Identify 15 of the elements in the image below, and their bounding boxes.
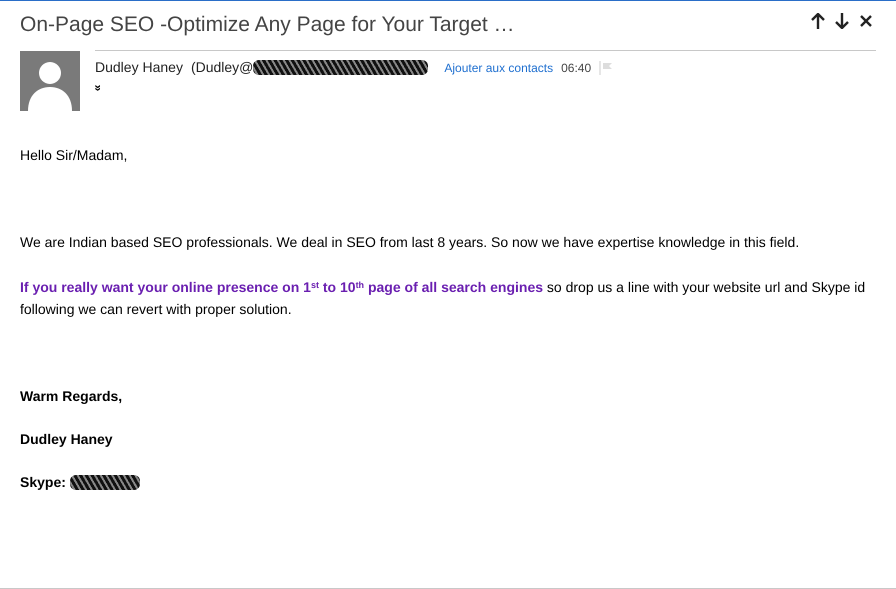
body-paragraph: We are Indian based SEO professionals. We deal in SEO from last 8 years. So now we have expertise knowledge in this field. (20, 233, 800, 252)
sender-name: Dudley Haney (95, 58, 183, 77)
email-subject: On-Page SEO -Optimize Any Page for Your Target … (20, 12, 515, 38)
add-contact-link[interactable]: Ajouter aux contacts (444, 58, 554, 76)
closing-text: Warm Regards, (20, 387, 124, 406)
redaction-mark (70, 474, 140, 490)
skype-label: Skype: (20, 473, 66, 492)
greeting-text: Hello Sir/Madam, (20, 146, 128, 165)
sender-address: (Dudley@ (190, 58, 254, 77)
received-time: 06:40 (561, 60, 592, 76)
body-paragraph: If you really want your online presence on 1$^{st}$ to 10$^{th}$ page of all search engines so drop us a line with your website url and Skype id following we can revert with proper solution. (20, 278, 866, 319)
avatar-silhouette-icon (20, 51, 80, 111)
next-arrow-icon[interactable] (832, 13, 852, 30)
signature-name: Dudley Haney (20, 430, 114, 449)
expand-details-icon[interactable]: » (92, 84, 104, 92)
